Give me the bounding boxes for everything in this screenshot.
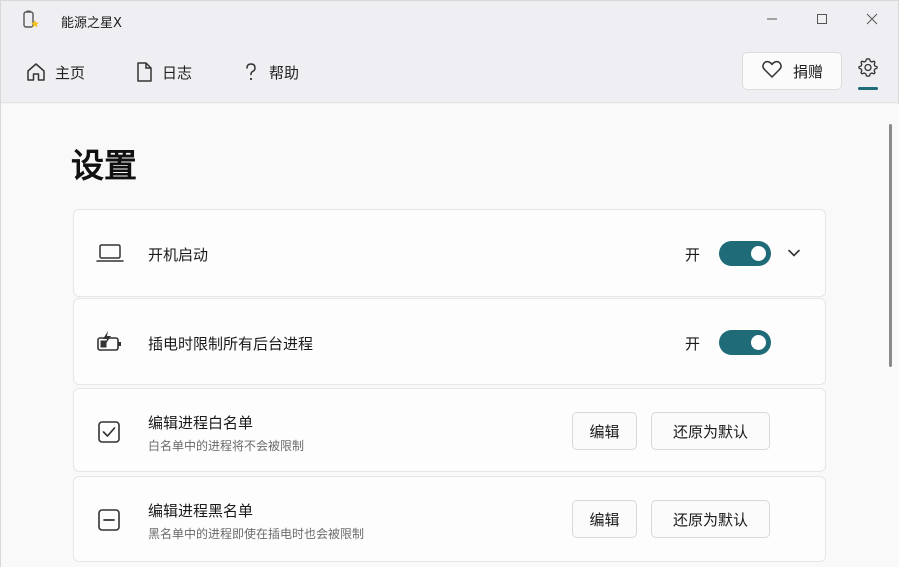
settings-page: 设置 开机启动 开 插电时限制所有后台进程 开 编辑进程白名单 白名单中的进程将… [1,104,899,567]
blacklist-edit-button[interactable]: 编辑 [572,500,637,538]
maximize-button[interactable] [799,1,845,39]
nav-bar: 主页 日志 帮助 捐赠 [1,39,898,103]
toggle-knob [751,335,766,350]
nav-label-home: 主页 [55,63,86,82]
laptop-icon [96,242,124,268]
blacklist-reset-button[interactable]: 还原为默认 [651,500,770,538]
autostart-toggle[interactable] [719,241,771,266]
nav-item-settings[interactable] [854,57,882,93]
restrict-background-toggle[interactable] [719,330,771,355]
selected-tab-indicator [858,87,878,90]
nav-item-help[interactable]: 帮助 [241,59,299,85]
app-window: 能源之星X 主页 日志 帮助 捐赠 设置 开机启动 开 插电时限制所有后台进程 … [0,0,899,567]
battery-charging-icon [96,330,124,358]
blacklist-label: 编辑进程黑名单 [148,502,254,520]
checkbox-minus-icon [96,507,122,537]
whitelist-reset-button[interactable]: 还原为默认 [651,412,770,450]
battery-star-icon [21,10,41,30]
document-icon [134,61,154,83]
question-icon [241,61,261,83]
restrict-background-label: 插电时限制所有后台进程 [148,335,314,353]
checkbox-checked-icon [96,419,122,449]
whitelist-edit-button[interactable]: 编辑 [572,412,637,450]
close-button[interactable] [849,1,895,39]
chevron-down-icon[interactable] [786,245,802,265]
vertical-scrollbar[interactable] [889,124,892,367]
autostart-label: 开机启动 [148,246,209,264]
blacklist-subtitle: 黑名单中的进程即使在插电时也会被限制 [148,527,365,541]
autostart-toggle-text: 开 [685,246,701,264]
minimize-button[interactable] [749,1,795,39]
heart-icon [761,59,783,83]
nav-item-log[interactable]: 日志 [134,59,192,85]
maximize-icon [816,11,828,29]
whitelist-subtitle: 白名单中的进程将不会被限制 [148,439,305,453]
nav-label-log: 日志 [162,63,193,82]
whitelist-label: 编辑进程白名单 [148,414,254,432]
nav-label-help: 帮助 [269,63,300,82]
nav-item-home[interactable]: 主页 [25,59,85,85]
donate-label: 捐赠 [792,62,823,81]
title-bar[interactable]: 能源之星X [1,1,898,39]
toggle-knob [751,246,766,261]
app-title: 能源之星X [61,16,122,31]
blacklist-card: 编辑进程黑名单 黑名单中的进程即使在插电时也会被限制 编辑 还原为默认 [73,476,826,562]
minimize-icon [766,11,778,29]
page-title: 设置 [71,146,137,185]
close-icon [866,11,878,29]
whitelist-card: 编辑进程白名单 白名单中的进程将不会被限制 编辑 还原为默认 [73,388,826,472]
restrict-background-toggle-text: 开 [685,335,701,353]
gear-icon [858,57,878,81]
donate-button[interactable]: 捐赠 [742,52,842,90]
restrict-background-card: 插电时限制所有后台进程 开 [73,298,826,385]
home-icon [25,61,47,83]
autostart-card: 开机启动 开 [73,209,826,297]
